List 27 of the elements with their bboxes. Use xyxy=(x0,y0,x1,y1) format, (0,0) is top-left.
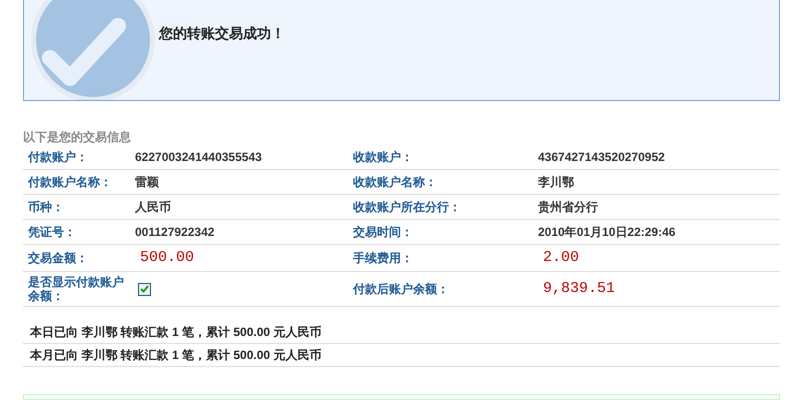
field-value: 人民币 xyxy=(135,199,171,216)
field-label: 付款账户： xyxy=(28,150,89,164)
field-label: 币种： xyxy=(28,200,65,214)
field-label: 收款账户名称： xyxy=(353,175,438,189)
summary-text: 本月已向 李川鄂 转账汇款 1 笔，累计 500.00 元人民币 xyxy=(30,347,322,364)
success-message: 您的转账交易成功！ xyxy=(159,24,285,43)
amount-value: 2.00 xyxy=(543,248,580,268)
field-value: 贵州省分行 xyxy=(538,199,598,216)
field-label: 是否显示付款账户余额： xyxy=(28,275,125,303)
section-title: 以下是您的交易信息 xyxy=(23,129,132,145)
field-label: 交易金额： xyxy=(28,251,89,265)
field-value: 001127922342 xyxy=(135,224,214,241)
field-label: 交易时间： xyxy=(353,225,414,239)
summary-text: 本日已向 李川鄂 转账汇款 1 笔，累计 500.00 元人民币 xyxy=(30,324,322,341)
field-value: 6227003241440355543 xyxy=(135,149,262,166)
field-value: 雷颖 xyxy=(135,174,159,191)
field-label: 收款账户所在分行： xyxy=(353,200,462,214)
field-label: 凭证号： xyxy=(28,225,77,239)
amount-value: 9,839.51 xyxy=(543,278,616,299)
field-label: 收款账户： xyxy=(353,150,414,164)
field-value: 4367427143520270952 xyxy=(538,149,665,166)
amount-value: 500.00 xyxy=(140,248,194,268)
field-value: 李川鄂 xyxy=(538,174,574,191)
field-label: 付款账户名称： xyxy=(28,175,113,189)
field-value: 2010年01月10日22:29:46 xyxy=(538,224,676,241)
field-label: 手续费用： xyxy=(353,251,414,265)
field-label: 付款后账户余额： xyxy=(353,282,450,296)
